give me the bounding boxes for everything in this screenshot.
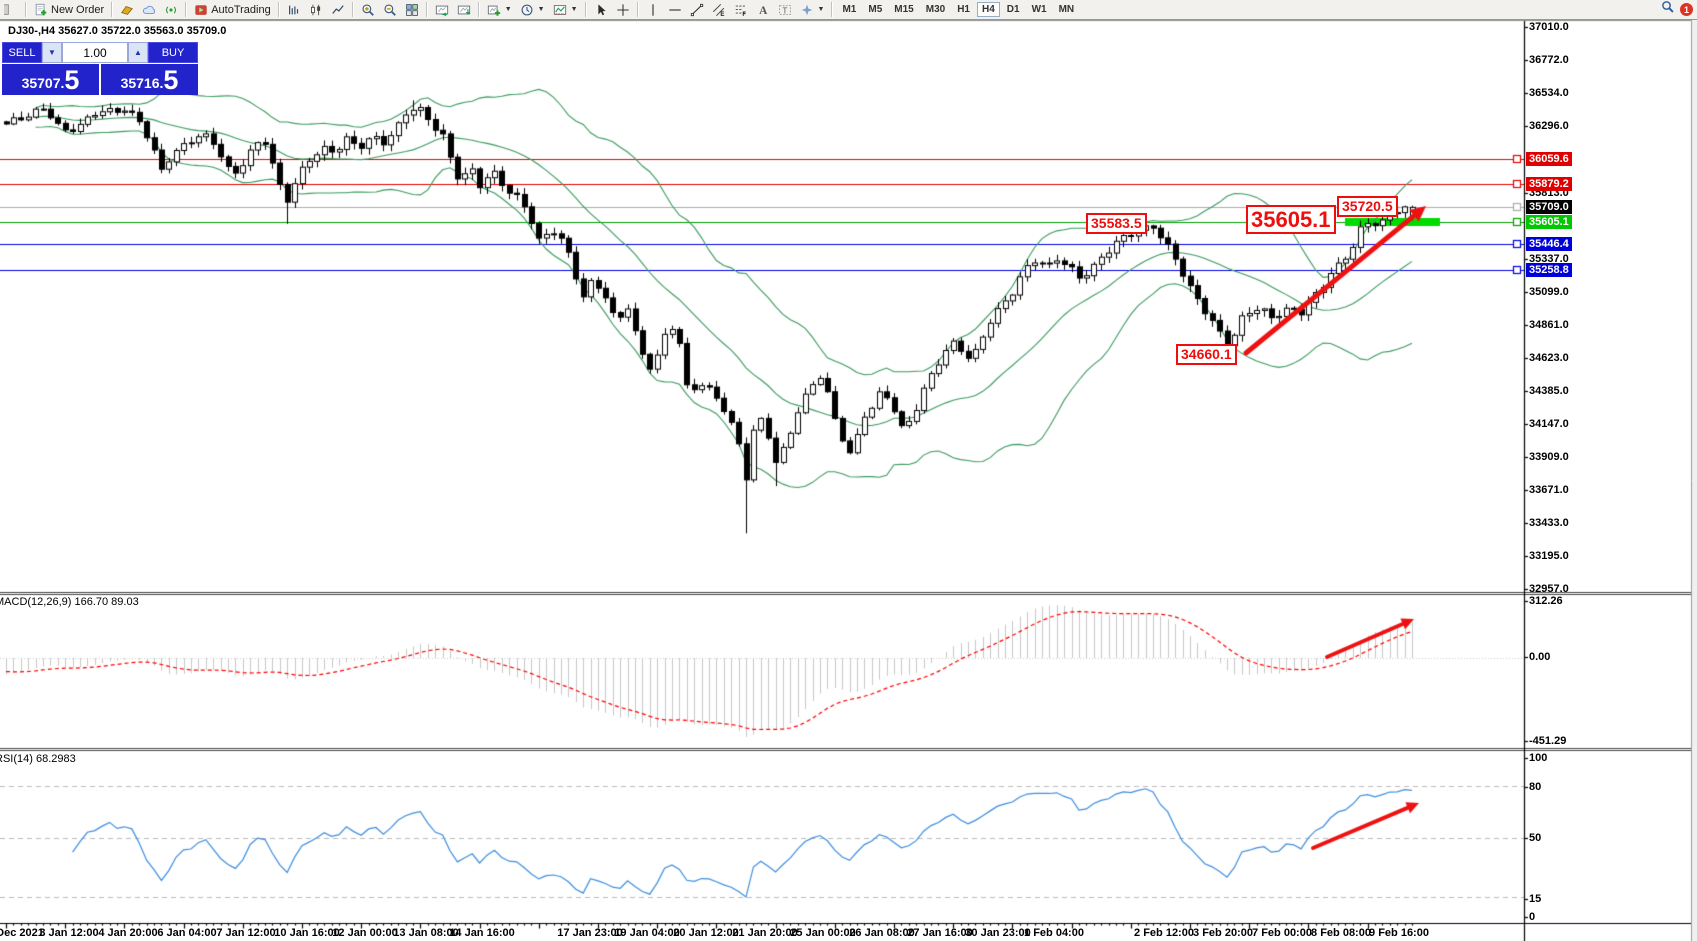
toolbar-separator [185,2,187,17]
svg-text:E: E [720,11,724,17]
buy-price-big-digit: 5 [163,67,178,94]
toolbar-separator [426,2,428,17]
buy-price-button[interactable]: 35716.5 [101,64,198,95]
main-toolbar: New OrderAutoTrading▼▼▼EFAT▼M1M5M15M30H1… [0,0,1697,20]
zoom-out-icon[interactable] [379,1,401,18]
text-label-icon[interactable]: T [774,1,796,18]
timeframe-button-m1[interactable]: M1 [837,2,861,17]
new-chart-icon[interactable]: ▼ [483,1,516,18]
svg-text:T: T [782,6,787,15]
bar-chart-icon[interactable] [283,1,305,18]
autotrading-button[interactable]: AutoTrading [190,1,275,18]
equidistant-channel-icon[interactable]: E [708,1,730,18]
clipped-icon [0,1,22,18]
volume-input[interactable] [62,42,128,63]
metaeditor-icon[interactable] [116,1,138,18]
timeframe-button-d1[interactable]: D1 [1002,2,1025,17]
timeframe-button-m30[interactable]: M30 [921,2,950,17]
market-icon[interactable] [138,1,160,18]
candlestick-chart-icon[interactable] [305,1,327,18]
vertical-line-icon[interactable] [642,1,664,18]
timeframe-button-m15[interactable]: M15 [889,2,918,17]
sell-price-main: 35707. [22,72,65,94]
cursor-icon[interactable] [590,1,612,18]
toolbar-separator [585,2,587,17]
line-chart-icon[interactable] [327,1,349,18]
chart-shift-icon[interactable] [453,1,475,18]
text-icon[interactable]: A [752,1,774,18]
chart-canvas[interactable] [0,0,1697,941]
svg-text:A: A [759,4,768,16]
buy-price-main: 35716. [121,72,164,94]
auto-scroll-icon[interactable] [431,1,453,18]
sell-button[interactable]: SELL [2,42,42,63]
crosshair-icon[interactable] [612,1,634,18]
templates-icon[interactable]: ▼ [549,1,582,18]
buy-button[interactable]: BUY [148,42,198,63]
price-annotation-35583[interactable]: 35583.5 [1086,213,1147,234]
toolbar-separator [831,2,833,17]
periods-icon[interactable]: ▼ [516,1,549,18]
price-annotation-35605[interactable]: 35605.1 [1246,205,1336,234]
signals-icon[interactable] [160,1,182,18]
sell-price-big-digit: 5 [64,67,79,94]
horizontal-line-icon[interactable] [664,1,686,18]
chart-title: DJ30-,H4 35627.0 35722.0 35563.0 35709.0 [8,25,226,37]
timeframe-button-h1[interactable]: H1 [952,2,975,17]
toolbar-separator [111,2,113,17]
price-annotation-34660[interactable]: 34660.1 [1176,344,1237,365]
search-icon[interactable] [1661,0,1675,19]
timeframe-button-mn[interactable]: MN [1054,2,1080,17]
zoom-in-icon[interactable] [357,1,379,18]
new-order-button[interactable]: New Order [30,1,108,18]
arrows-icon[interactable]: ▼ [796,1,829,18]
toolbar-separator [25,2,27,17]
one-click-trading-panel: SELL ▼ ▲ BUY 35707.5 35716.5 [2,42,198,95]
volume-step-up[interactable]: ▲ [128,42,148,63]
timeframe-button-m5[interactable]: M5 [863,2,887,17]
sell-price-button[interactable]: 35707.5 [2,64,99,95]
trendline-icon[interactable] [686,1,708,18]
macd-indicator-label: MACD(12,26,9) 166.70 89.03 [0,596,139,608]
toolbar-separator [352,2,354,17]
tile-windows-icon[interactable] [401,1,423,18]
timeframe-button-w1[interactable]: W1 [1027,2,1052,17]
volume-step-down[interactable]: ▼ [42,42,62,63]
toolbar-separator [637,2,639,17]
notification-badge[interactable]: 1 [1680,3,1693,16]
svg-text:F: F [742,11,746,17]
price-annotation-35720[interactable]: 35720.5 [1337,196,1398,217]
toolbar-separator [278,2,280,17]
toolbar-separator [478,2,480,17]
timeframe-button-h4[interactable]: H4 [977,2,1000,17]
fibonacci-icon[interactable]: F [730,1,752,18]
rsi-indicator-label: RSI(14) 68.2983 [0,753,76,765]
